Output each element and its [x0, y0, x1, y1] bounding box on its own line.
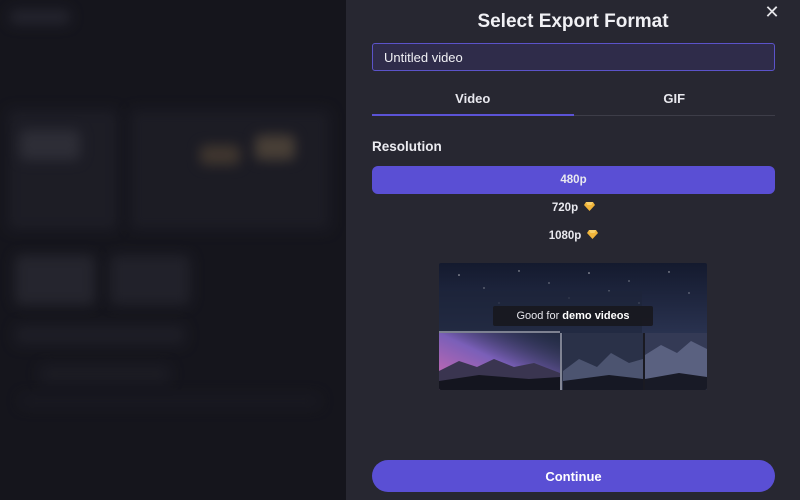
tab-video[interactable]: Video	[372, 86, 574, 116]
resolution-preview-image: Good for demo videos	[439, 263, 707, 390]
gem-icon	[584, 194, 596, 222]
resolution-label: 480p	[560, 174, 587, 186]
night-sky-illustration	[439, 263, 707, 390]
badge-prefix: Good for	[516, 310, 563, 322]
resolution-label: 1080p	[548, 230, 582, 243]
resolution-option-1080p[interactable]: 1080p	[372, 222, 775, 250]
badge-emphasis: demo videos	[562, 310, 630, 322]
resolution-label: 720p	[551, 202, 579, 215]
continue-button[interactable]: Continue	[372, 460, 775, 492]
overlay-dim	[0, 0, 346, 500]
filename-input[interactable]	[372, 43, 775, 71]
resolution-heading: Resolution	[372, 139, 442, 154]
dialog-title: Select Export Format	[477, 11, 669, 32]
export-dialog: ✕ Select Export Format Video GIF Resolut…	[346, 0, 800, 500]
format-tabs: Video GIF	[372, 86, 775, 116]
resolution-option-720p[interactable]: 720p	[372, 194, 775, 222]
background-editor	[0, 0, 346, 500]
resolution-option-480p[interactable]: 480p	[372, 166, 775, 194]
preview-caption-badge: Good for demo videos	[493, 306, 653, 326]
gem-icon	[587, 222, 599, 250]
tab-gif[interactable]: GIF	[574, 86, 776, 115]
